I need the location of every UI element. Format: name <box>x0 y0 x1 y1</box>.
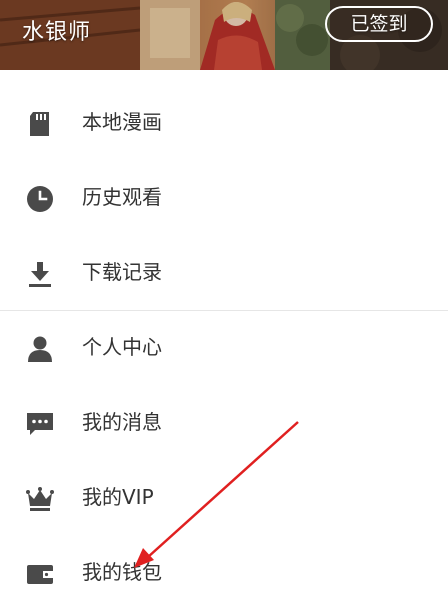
crown-icon <box>26 487 54 511</box>
message-icon <box>27 413 53 435</box>
menu-item-personal-center[interactable]: 个人中心 <box>0 311 448 385</box>
profile-header-banner: 水银师 已签到 <box>0 0 448 70</box>
download-icon <box>29 262 51 287</box>
menu-item-downloads[interactable]: 下载记录 <box>0 236 448 310</box>
menu-item-label: 我的钱包 <box>82 560 162 584</box>
sd-card-icon <box>30 112 49 136</box>
menu-item-label: 我的消息 <box>82 410 162 434</box>
menu-item-history[interactable]: 历史观看 <box>0 161 448 235</box>
menu-item-messages[interactable]: 我的消息 <box>0 386 448 460</box>
menu-item-label: 历史观看 <box>82 185 162 209</box>
sidebar-screen: 水银师 已签到 本地漫画 历史观看 下载记录 个人中心 我的消息 我的VIP 我… <box>0 0 448 601</box>
menu-item-label: 我的VIP <box>82 485 154 509</box>
clock-icon <box>27 186 53 212</box>
person-icon <box>28 336 52 362</box>
menu-item-label: 下载记录 <box>82 260 162 284</box>
menu-item-vip[interactable]: 我的VIP <box>0 461 448 535</box>
menu-item-local-comics[interactable]: 本地漫画 <box>0 86 448 160</box>
menu-item-label: 本地漫画 <box>82 110 162 134</box>
signed-in-button[interactable]: 已签到 <box>325 6 433 42</box>
username: 水银师 <box>22 20 92 45</box>
menu-item-wallet[interactable]: 我的钱包 <box>0 536 448 601</box>
wallet-icon <box>27 565 53 584</box>
menu-item-label: 个人中心 <box>82 335 162 359</box>
